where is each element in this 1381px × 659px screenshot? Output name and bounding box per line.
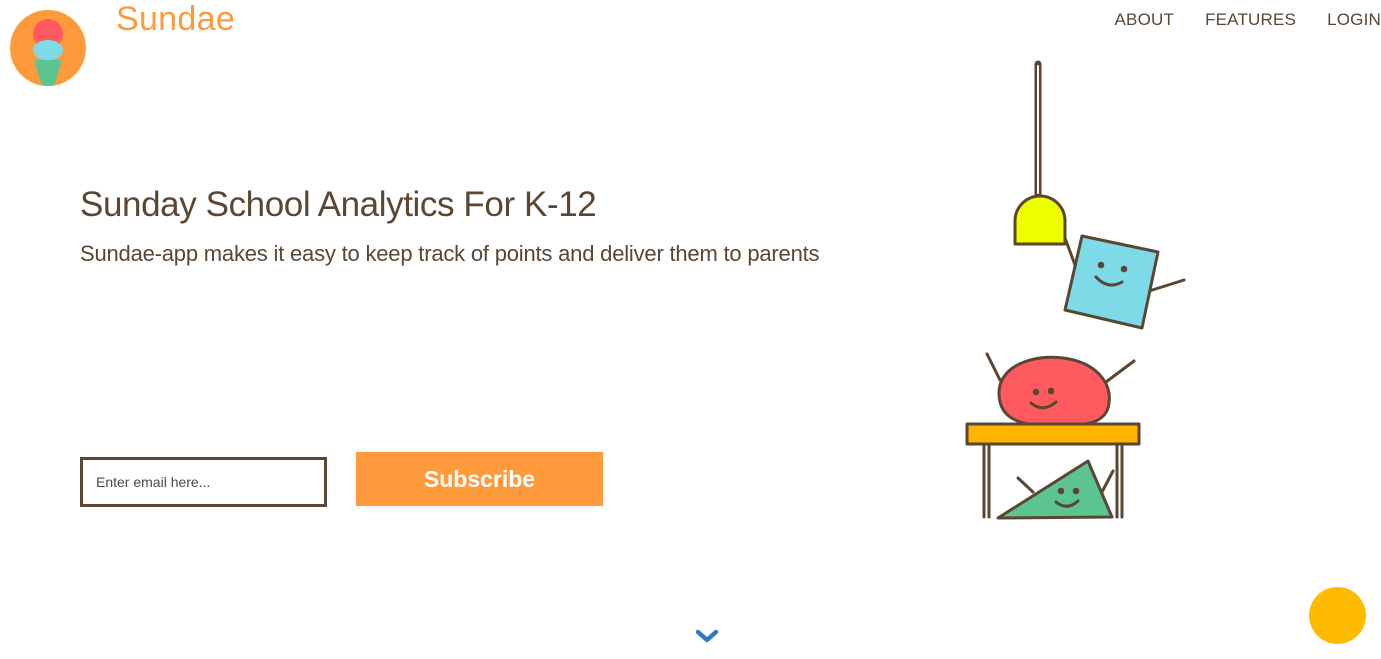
floating-action-button[interactable] (1309, 587, 1366, 644)
hero-title: Sunday School Analytics For K-12 (80, 185, 597, 224)
classroom-shapes-illustration (965, 60, 1186, 520)
email-input[interactable] (80, 457, 327, 507)
chevron-down-icon[interactable] (695, 626, 719, 646)
nav-login[interactable]: LOGIN (1327, 10, 1381, 30)
hero-subtitle: Sundae-app makes it easy to keep track o… (80, 241, 820, 266)
nav-features[interactable]: FEATURES (1205, 10, 1296, 30)
brand-name[interactable]: Sundae (116, 0, 235, 39)
subscribe-button[interactable]: Subscribe (356, 452, 603, 506)
landing-page: Sundae ABOUT FEATURES LOGIN Sunday Schoo… (0, 0, 1381, 659)
ice-cream-logo-svg (33, 19, 63, 86)
nav-about[interactable]: ABOUT (1115, 10, 1175, 30)
ice-cream-icon[interactable] (10, 10, 86, 86)
top-nav: ABOUT FEATURES LOGIN (1115, 10, 1381, 30)
